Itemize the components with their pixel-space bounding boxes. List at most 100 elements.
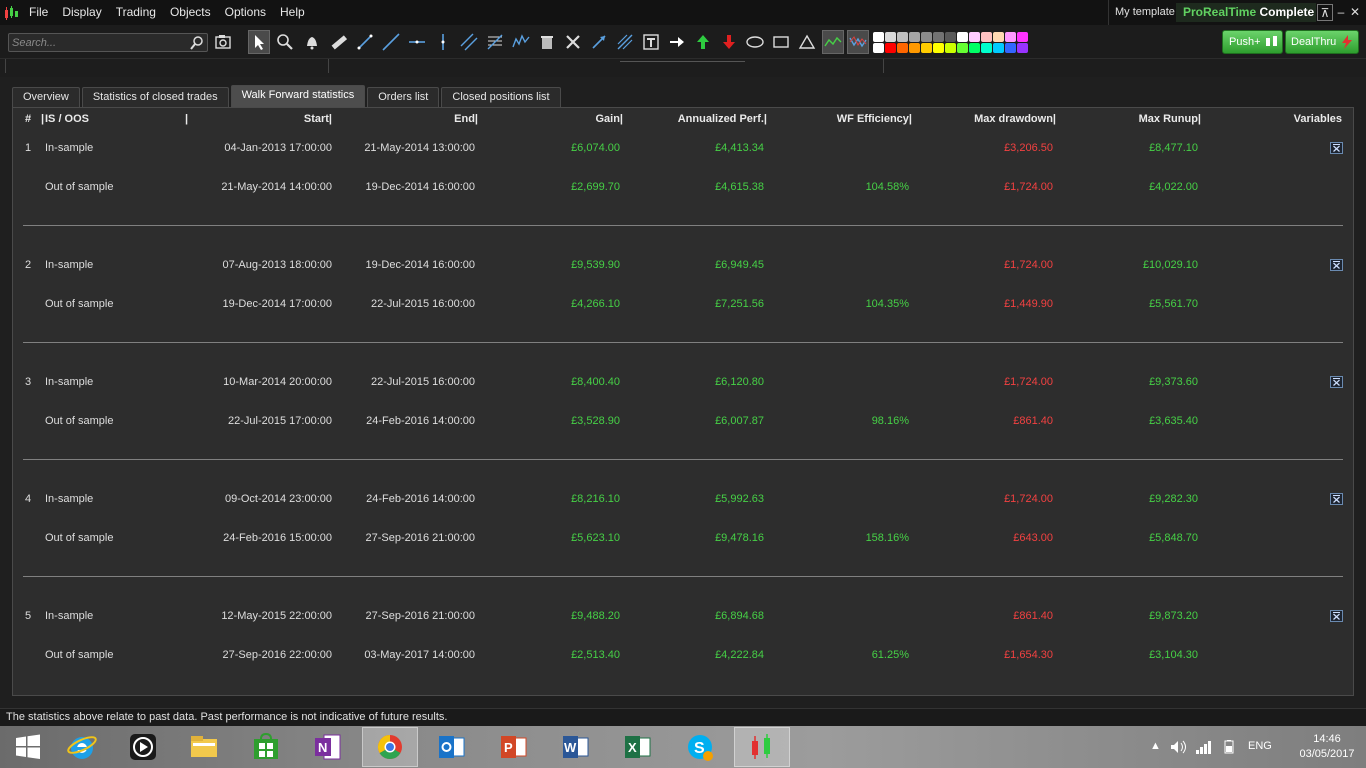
arrow-right-icon[interactable] — [666, 30, 688, 54]
channel-icon[interactable] — [458, 30, 480, 54]
network-icon[interactable] — [1195, 740, 1213, 757]
word-icon[interactable]: W — [548, 727, 604, 767]
header-end[interactable]: End| — [343, 113, 478, 125]
search-icon[interactable] — [189, 35, 205, 51]
media-player-icon[interactable] — [115, 727, 171, 767]
volume-icon[interactable] — [1170, 740, 1188, 757]
color-swatch[interactable] — [909, 32, 920, 42]
tools-icon[interactable] — [562, 30, 584, 54]
skype-icon[interactable]: S — [672, 727, 728, 767]
pin-icon[interactable]: ⊼ — [1317, 4, 1333, 21]
color-swatch[interactable] — [993, 32, 1004, 42]
battery-icon[interactable] — [1220, 740, 1238, 757]
menu-help[interactable]: Help — [273, 0, 312, 25]
color-swatch[interactable] — [921, 43, 932, 53]
tray-expand-icon[interactable]: ▲ — [1150, 740, 1161, 752]
trend-line-red-icon[interactable] — [847, 30, 869, 54]
trash-icon[interactable] — [536, 30, 558, 54]
header-max-drawdown[interactable]: Max drawdown| — [918, 113, 1056, 125]
zoom-icon[interactable] — [274, 30, 296, 54]
chrome-icon[interactable] — [362, 727, 418, 767]
color-swatch[interactable] — [897, 43, 908, 53]
menu-options[interactable]: Options — [218, 0, 273, 25]
color-swatch[interactable] — [1005, 32, 1016, 42]
triangle-icon[interactable] — [796, 30, 818, 54]
color-swatch[interactable] — [1017, 32, 1028, 42]
store-icon[interactable] — [238, 727, 294, 767]
menu-trading[interactable]: Trading — [109, 0, 163, 25]
header-wf-efficiency[interactable]: WF Efficiency| — [773, 113, 912, 125]
menu-file[interactable]: File — [22, 0, 55, 25]
system-clock[interactable]: 14:46 03/05/2017 — [1295, 732, 1359, 762]
screenshot-icon[interactable] — [212, 30, 234, 54]
color-swatch[interactable] — [885, 32, 896, 42]
header-annualized[interactable]: Annualized Perf.| — [633, 113, 767, 125]
color-swatch[interactable] — [945, 32, 956, 42]
tab-closed-positions-list[interactable]: Closed positions list — [441, 87, 561, 107]
color-swatch[interactable] — [957, 32, 968, 42]
color-swatch[interactable] — [933, 43, 944, 53]
tab-overview[interactable]: Overview — [12, 87, 80, 107]
color-swatch[interactable] — [885, 43, 896, 53]
color-swatch[interactable] — [1017, 43, 1028, 53]
ellipse-icon[interactable] — [744, 30, 766, 54]
color-swatch[interactable] — [993, 43, 1004, 53]
prorealtime-icon[interactable] — [734, 727, 790, 767]
dealthru-button[interactable]: DealThru — [1285, 30, 1359, 54]
outlook-icon[interactable] — [424, 727, 480, 767]
color-swatch[interactable] — [1005, 43, 1016, 53]
powerpoint-icon[interactable]: P — [486, 727, 542, 767]
trend-line-green-icon[interactable] — [822, 30, 844, 54]
horizontal-line-icon[interactable] — [406, 30, 428, 54]
text-tool-icon[interactable] — [640, 30, 662, 54]
ruler-icon[interactable] — [328, 30, 350, 54]
color-swatch[interactable] — [969, 32, 980, 42]
onenote-icon[interactable]: N — [300, 727, 356, 767]
color-swatch[interactable] — [897, 32, 908, 42]
color-swatch[interactable] — [921, 32, 932, 42]
arrow-diagonal-icon[interactable] — [588, 30, 610, 54]
color-swatch[interactable] — [981, 43, 992, 53]
excel-icon[interactable]: X — [610, 727, 666, 767]
template-selector[interactable]: My template — [1108, 0, 1181, 25]
header-start[interactable]: Start| — [203, 113, 332, 125]
color-swatch[interactable] — [933, 32, 944, 42]
tab-statistics-of-closed-trades[interactable]: Statistics of closed trades — [81, 87, 229, 107]
header-is-oos[interactable]: IS / OOS — [45, 113, 89, 125]
vertical-line-icon[interactable] — [432, 30, 454, 54]
color-swatch[interactable] — [873, 43, 884, 53]
color-swatch[interactable] — [957, 43, 968, 53]
variables-icon[interactable] — [1330, 142, 1343, 154]
color-swatch[interactable] — [909, 43, 920, 53]
arrow-up-green-icon[interactable] — [692, 30, 714, 54]
tab-orders-list[interactable]: Orders list — [367, 87, 440, 107]
wave-icon[interactable] — [510, 30, 532, 54]
color-swatch[interactable] — [873, 32, 884, 42]
tab-walk-forward-statistics[interactable]: Walk Forward statistics — [230, 85, 366, 107]
file-explorer-icon[interactable] — [176, 727, 232, 767]
variables-icon[interactable] — [1330, 610, 1343, 622]
segment-icon[interactable] — [354, 30, 376, 54]
fibonacci-icon[interactable] — [484, 30, 506, 54]
search-input[interactable] — [12, 35, 182, 50]
menu-display[interactable]: Display — [55, 0, 108, 25]
internet-explorer-icon[interactable] — [54, 727, 110, 767]
header-max-runup[interactable]: Max Runup| — [1063, 113, 1201, 125]
color-swatch[interactable] — [969, 43, 980, 53]
color-swatch[interactable] — [945, 43, 956, 53]
variables-icon[interactable] — [1330, 493, 1343, 505]
push-button[interactable]: Push+ — [1222, 30, 1283, 54]
variables-icon[interactable] — [1330, 376, 1343, 388]
color-swatch[interactable] — [981, 32, 992, 42]
start-icon[interactable] — [0, 727, 56, 767]
close-icon[interactable]: ✕ — [1347, 4, 1363, 21]
line-icon[interactable] — [380, 30, 402, 54]
pitchfork-icon[interactable] — [614, 30, 636, 54]
variables-icon[interactable] — [1330, 259, 1343, 271]
alert-bell-icon[interactable] — [301, 30, 323, 54]
language-indicator[interactable]: ENG — [1248, 740, 1272, 752]
rectangle-icon[interactable] — [770, 30, 792, 54]
menu-objects[interactable]: Objects — [163, 0, 218, 25]
pointer-icon[interactable] — [248, 30, 270, 54]
arrow-down-red-icon[interactable] — [718, 30, 740, 54]
